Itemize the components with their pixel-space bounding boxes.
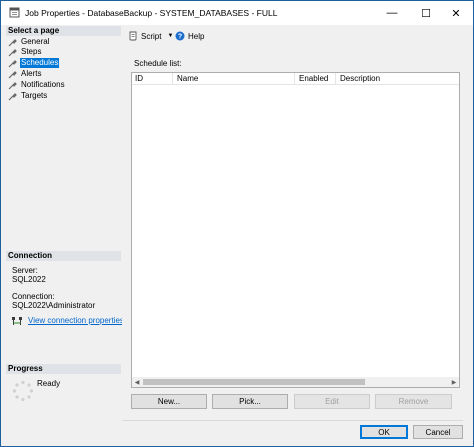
title-bar[interactable]: Job Properties - DatabaseBackup - SYSTEM… xyxy=(1,1,473,25)
close-button[interactable]: ✕ xyxy=(439,1,473,25)
edit-button[interactable]: Edit xyxy=(294,394,370,409)
right-pane: Script ▼ ? Help Schedule list: ID Name E… xyxy=(122,26,463,415)
chevron-down-icon: ▼ xyxy=(167,33,174,39)
page-label: Schedules xyxy=(20,58,60,68)
page-label: General xyxy=(21,37,50,46)
page-label: Notifications xyxy=(21,80,65,89)
app-icon xyxy=(9,7,20,18)
connection-heading: Connection xyxy=(6,251,121,261)
column-header-description[interactable]: Description xyxy=(337,73,459,85)
help-button[interactable]: ? Help xyxy=(175,30,204,42)
schedule-list-header: ID Name Enabled Description xyxy=(132,73,459,85)
pick-button[interactable]: Pick... xyxy=(212,394,288,409)
wrench-icon xyxy=(8,48,17,57)
wrench-icon xyxy=(8,81,17,90)
view-connection-properties-link[interactable]: View connection properties xyxy=(28,316,124,326)
spinner-icon xyxy=(12,380,34,402)
view-connection-row: View connection properties xyxy=(11,316,124,326)
ok-button[interactable]: OK xyxy=(360,425,408,439)
select-page-heading: Select a page xyxy=(6,26,121,36)
new-button[interactable]: New... xyxy=(131,394,207,409)
server-value: SQL2022 xyxy=(12,275,46,284)
horizontal-scrollbar[interactable]: ◀ ▶ xyxy=(132,377,459,387)
maximize-icon: ☐ xyxy=(421,7,431,20)
page-label: Targets xyxy=(21,91,48,100)
schedule-list-label: Schedule list: xyxy=(134,59,182,68)
scroll-right-icon[interactable]: ▶ xyxy=(449,377,459,387)
job-properties-window: Job Properties - DatabaseBackup - SYSTEM… xyxy=(0,0,474,447)
wrench-icon xyxy=(8,38,17,47)
page-item-notifications[interactable]: Notifications xyxy=(8,80,66,90)
wrench-icon xyxy=(8,59,17,68)
scroll-left-icon[interactable]: ◀ xyxy=(132,377,142,387)
script-label: Script xyxy=(141,31,162,41)
svg-text:?: ? xyxy=(178,34,182,41)
page-label: Steps xyxy=(21,47,42,56)
column-header-name[interactable]: Name xyxy=(174,73,295,85)
page-item-steps[interactable]: Steps xyxy=(8,47,42,57)
wrench-icon xyxy=(8,70,17,79)
schedule-list[interactable]: ID Name Enabled Description ◀ ▶ xyxy=(131,72,460,388)
minimize-button[interactable]: — xyxy=(375,1,409,25)
page-item-targets[interactable]: Targets xyxy=(8,91,48,101)
scrollbar-thumb[interactable] xyxy=(143,379,365,385)
minimize-icon: — xyxy=(386,7,398,19)
help-icon: ? xyxy=(175,31,185,41)
page-item-alerts[interactable]: Alerts xyxy=(8,69,42,79)
footer-divider xyxy=(122,420,463,421)
wrench-icon xyxy=(8,92,17,101)
column-header-id[interactable]: ID xyxy=(132,73,173,85)
connection-value: SQL2022\Administrator xyxy=(12,301,96,310)
close-icon: ✕ xyxy=(451,7,461,20)
page-label: Alerts xyxy=(21,69,42,78)
maximize-button[interactable]: ☐ xyxy=(409,1,443,25)
help-label: Help xyxy=(188,31,205,41)
column-header-enabled[interactable]: Enabled xyxy=(296,73,336,85)
window-title: Job Properties - DatabaseBackup - SYSTEM… xyxy=(25,8,278,18)
connection-icon xyxy=(12,317,22,325)
progress-status: Ready xyxy=(37,379,61,388)
left-pane: Select a page General Steps Schedules Al… xyxy=(6,26,124,443)
page-item-general[interactable]: General xyxy=(8,37,50,47)
page-item-schedules[interactable]: Schedules xyxy=(8,58,60,68)
progress-heading: Progress xyxy=(6,364,121,374)
cancel-button[interactable]: Cancel xyxy=(413,425,463,439)
script-button[interactable]: Script ▼ xyxy=(128,30,173,42)
script-icon xyxy=(129,31,137,41)
remove-button[interactable]: Remove xyxy=(375,394,452,409)
